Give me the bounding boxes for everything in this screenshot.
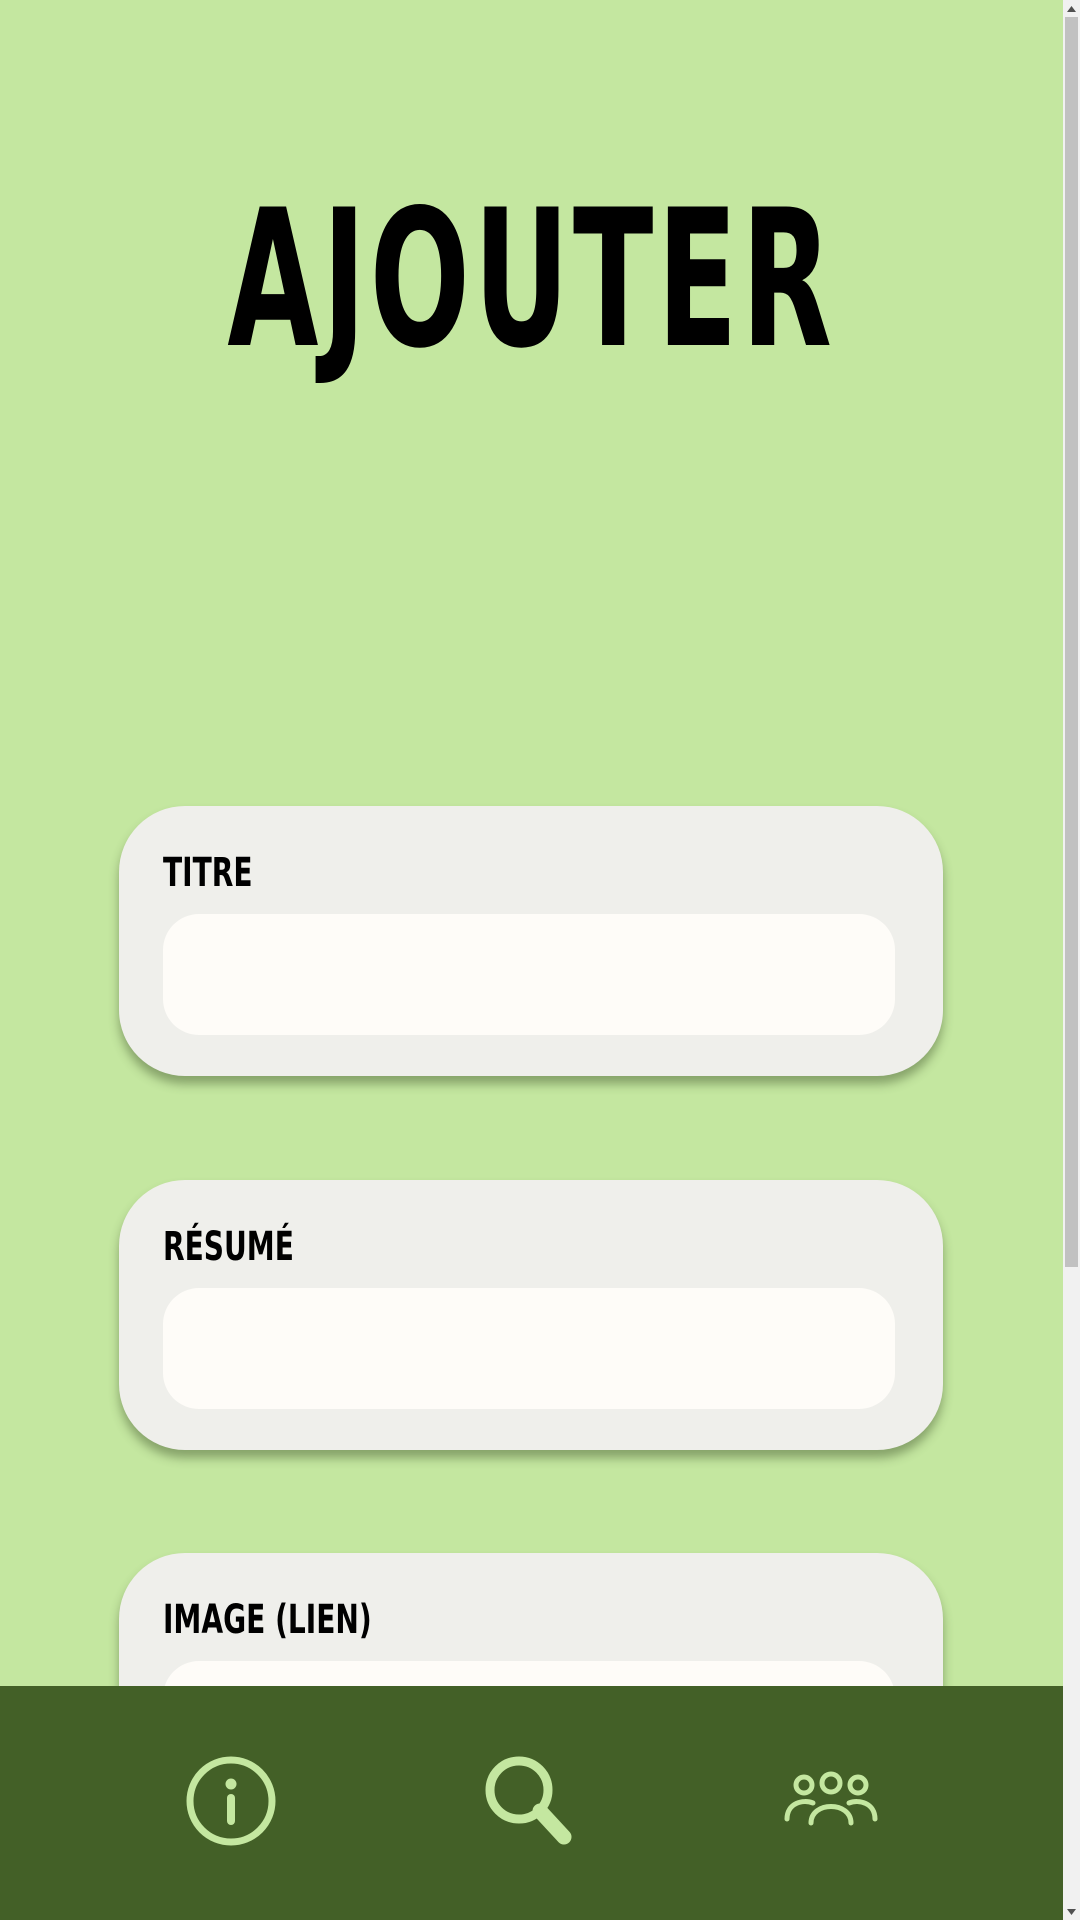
nav-info-button[interactable] [171,1686,291,1920]
summary-field-label: RÉSUMÉ [163,1224,294,1270]
nav-search-button[interactable] [470,1686,590,1920]
summary-input[interactable] [163,1288,895,1409]
image-link-field-label: IMAGE (LIEN) [163,1597,372,1643]
vertical-scrollbar[interactable] [1063,0,1080,1920]
scrollbar-thumb[interactable] [1065,17,1078,1267]
scroll-down-arrow-icon[interactable] [1063,1903,1080,1920]
title-input[interactable] [163,914,895,1035]
bottom-navigation-bar [0,1686,1063,1920]
app-screen: AJOUTER TITRE RÉSUMÉ IMAGE (LIEN) [0,0,1063,1920]
title-field-card: TITRE [119,806,943,1076]
info-icon [185,1755,277,1851]
nav-community-button[interactable] [771,1686,891,1920]
page-title: AJOUTER [227,169,836,390]
search-icon [482,1753,578,1853]
summary-field-card: RÉSUMÉ [119,1180,943,1450]
scroll-up-arrow-icon[interactable] [1063,0,1080,17]
users-group-icon [783,1771,879,1835]
title-field-label: TITRE [163,850,253,896]
